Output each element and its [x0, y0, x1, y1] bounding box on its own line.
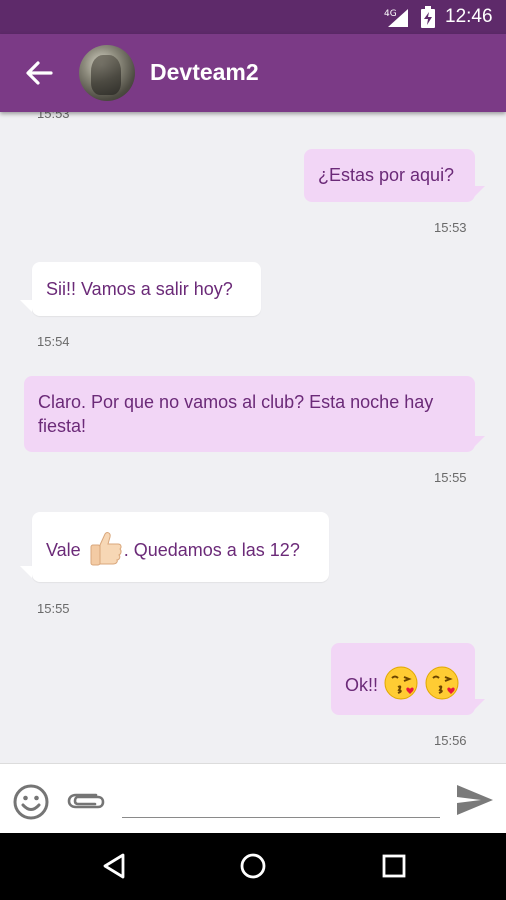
message-text-line: Claro. Por que no vamos al club? Esta no… [38, 392, 434, 412]
bubble-tail [20, 300, 32, 312]
message-text-line: fiesta! [38, 416, 87, 436]
attachment-paperclip-icon[interactable] [66, 789, 106, 818]
message-text: ¿Estas por aqui? [318, 165, 455, 185]
bubble-tail [473, 436, 485, 448]
status-bar: 4G 12:46 [0, 0, 506, 34]
battery-icon [421, 6, 435, 33]
bubble-tail [473, 186, 485, 198]
nav-recents-icon[interactable] [380, 852, 408, 885]
contact-avatar[interactable] [79, 45, 135, 101]
message-text: Sii!! Vamos a salir hoy? [46, 279, 233, 299]
message-bubble-incoming[interactable]: Sii!! Vamos a salir hoy? [32, 262, 261, 316]
chat-area[interactable]: 15:53 ¿Estas por aqui? 15:53 Sii!! Vamos… [0, 112, 506, 762]
thumbs-up-emoji-icon [86, 529, 124, 573]
kissing-face-emoji-icon [383, 665, 419, 707]
kissing-face-emoji-icon [424, 665, 460, 707]
back-arrow-icon[interactable] [22, 56, 56, 90]
nav-home-icon[interactable] [239, 852, 267, 885]
contact-name[interactable]: Devteam2 [150, 59, 259, 86]
message-text: Vale [46, 539, 81, 560]
app-bar: Devteam2 [0, 34, 506, 112]
message-timestamp: 15:55 [434, 470, 467, 485]
send-icon[interactable] [455, 783, 495, 822]
status-time: 12:46 [445, 6, 493, 27]
emoji-picker-icon[interactable] [12, 783, 50, 826]
message-bubble-incoming[interactable]: Vale . Quedamos a las 12? [32, 512, 329, 582]
message-bubble-outgoing[interactable]: ¿Estas por aqui? [304, 149, 475, 202]
message-timestamp: 15:55 [37, 601, 70, 616]
message-timestamp: 15:56 [434, 733, 467, 748]
message-timestamp: 15:53 [37, 112, 70, 121]
nav-back-icon[interactable] [100, 852, 128, 885]
network-type-label: 4G [384, 9, 397, 19]
message-text: . Quedamos a las 12? [123, 539, 300, 560]
message-bubble-outgoing[interactable]: Claro. Por que no vamos al club? Esta no… [24, 376, 475, 452]
message-input[interactable] [122, 782, 440, 818]
bubble-tail [473, 699, 485, 711]
signal-icon: 4G [384, 7, 412, 34]
message-timestamp: 15:54 [37, 334, 70, 349]
message-text: Ok!! [345, 674, 379, 695]
system-navigation-bar [0, 833, 506, 900]
message-bubble-outgoing[interactable]: Ok!! [331, 643, 475, 715]
message-timestamp: 15:53 [434, 220, 467, 235]
bubble-tail [20, 566, 32, 578]
message-composer [0, 763, 506, 833]
